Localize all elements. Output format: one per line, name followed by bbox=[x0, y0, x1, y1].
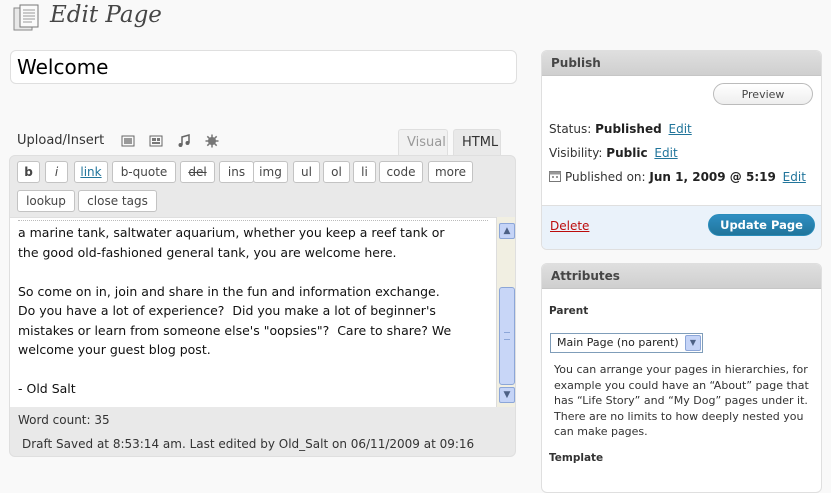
content-line bbox=[18, 360, 488, 380]
quicktag-ol-button[interactable]: ol bbox=[323, 161, 350, 183]
editor-container: b i link b-quote del ins img ul ol li co… bbox=[9, 155, 516, 457]
content-line: the good old-fashioned general tank, you… bbox=[18, 244, 397, 260]
content-textarea[interactable]: a marine tank, saltwater aquarium, wheth… bbox=[10, 217, 496, 407]
content-scrollbar[interactable]: ▲ ▼ bbox=[496, 217, 515, 407]
audio-icon[interactable] bbox=[177, 134, 191, 148]
scroll-up-icon[interactable]: ▲ bbox=[499, 223, 515, 239]
content-line: - Old Salt bbox=[18, 381, 76, 396]
quicktag-bquote-button[interactable]: b-quote bbox=[112, 161, 176, 183]
published-date: Jun 1, 2009 @ 5:19 bbox=[649, 170, 776, 184]
delete-link[interactable]: Delete bbox=[550, 219, 589, 233]
scroll-down-icon[interactable]: ▼ bbox=[499, 387, 515, 403]
attributes-box: Attributes Parent Main Page (no parent) … bbox=[541, 263, 822, 493]
content-line: Do you have a lot of experience? Did you… bbox=[18, 303, 436, 318]
quicktag-li-button[interactable]: li bbox=[353, 161, 376, 183]
edit-status-link[interactable]: Edit bbox=[669, 122, 692, 136]
publish-actions: Delete Update Page bbox=[542, 205, 821, 249]
chevron-down-icon[interactable]: ▼ bbox=[685, 335, 701, 351]
quicktag-code-button[interactable]: code bbox=[379, 161, 423, 183]
scroll-thumb[interactable] bbox=[499, 287, 515, 385]
quicktag-ul-button[interactable]: ul bbox=[293, 161, 320, 183]
tab-visual[interactable]: Visual bbox=[398, 129, 448, 155]
media-icon[interactable] bbox=[205, 134, 219, 148]
publish-box-title: Publish bbox=[542, 51, 821, 76]
content-line: So come on in, join and share in the fun… bbox=[18, 283, 440, 299]
quicktag-link-button[interactable]: link bbox=[74, 161, 108, 183]
preview-button[interactable]: Preview bbox=[713, 83, 813, 105]
video-icon[interactable] bbox=[149, 134, 163, 148]
word-count: Word count: 35 bbox=[18, 413, 110, 427]
content-line bbox=[18, 262, 488, 282]
parent-select[interactable]: Main Page (no parent) ▼ bbox=[550, 333, 703, 353]
status-value: Published bbox=[595, 122, 662, 136]
quicktag-close-tags-button[interactable]: close tags bbox=[78, 190, 157, 212]
quicktag-del-button[interactable]: del bbox=[180, 161, 215, 183]
parent-label: Parent bbox=[549, 305, 589, 317]
draft-status: Draft Saved at 8:53:14 am. Last edited b… bbox=[22, 437, 475, 451]
calendar-icon bbox=[549, 171, 561, 182]
template-label: Template bbox=[549, 452, 604, 464]
tab-html[interactable]: HTML bbox=[453, 129, 501, 155]
update-page-button[interactable]: Update Page bbox=[708, 214, 815, 236]
edit-visibility-link[interactable]: Edit bbox=[654, 146, 677, 160]
page-icon bbox=[13, 4, 39, 31]
attributes-box-title: Attributes bbox=[542, 264, 821, 289]
quicktag-more-button[interactable]: more bbox=[428, 161, 473, 183]
visibility-value: Public bbox=[606, 146, 648, 160]
quicktag-lookup-button[interactable]: lookup bbox=[17, 190, 75, 212]
visibility-row: Visibility: Public Edit bbox=[549, 146, 678, 160]
quicktag-img-button[interactable]: img bbox=[253, 161, 288, 183]
publish-box: Publish Preview Status: Published Edit V… bbox=[541, 50, 822, 250]
content-line: a marine tank, saltwater aquarium, wheth… bbox=[18, 225, 445, 240]
published-on-row: Published on: Jun 1, 2009 @ 5:19 Edit bbox=[549, 170, 806, 184]
attributes-help-text: You can arrange your pages in hierarchie… bbox=[554, 363, 809, 438]
content-line: welcome your guest blog post. bbox=[18, 342, 211, 357]
edit-date-link[interactable]: Edit bbox=[783, 170, 806, 184]
content-line: mistakes or learn from someone else's "o… bbox=[18, 322, 452, 338]
upload-insert-label: Upload/Insert bbox=[17, 133, 105, 148]
status-row: Status: Published Edit bbox=[549, 122, 692, 136]
post-title-input[interactable] bbox=[10, 50, 517, 84]
quicktag-ins-button[interactable]: ins bbox=[219, 161, 254, 183]
page-title: Edit Page bbox=[50, 2, 162, 28]
quicktag-bold-button[interactable]: b bbox=[17, 161, 40, 183]
image-icon[interactable] bbox=[121, 134, 135, 148]
quicktag-italic-button[interactable]: i bbox=[45, 161, 68, 183]
